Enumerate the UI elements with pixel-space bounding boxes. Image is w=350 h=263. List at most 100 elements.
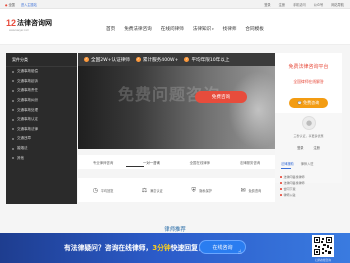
bullet-icon bbox=[12, 157, 14, 160]
list-item[interactable]: 律师入驻 bbox=[280, 192, 342, 198]
nav-contract-templates[interactable]: 合同模板 bbox=[245, 26, 263, 32]
sidebar-item[interactable]: 交通事故纠纷 bbox=[6, 96, 77, 106]
sidebar-item[interactable]: 交通事故起诉 bbox=[6, 77, 77, 87]
consult-panel-subtitle: 全国律师在线解答 bbox=[293, 79, 324, 84]
feature-label: 平均回复 bbox=[100, 188, 114, 193]
feature-item: ◷ 平均回复 bbox=[92, 187, 114, 194]
sidebar-item[interactable]: 婚姻法 bbox=[6, 144, 77, 154]
feature-label: 满意认证 bbox=[150, 188, 163, 193]
highlight-label: 全国2W+认证律师 bbox=[91, 57, 130, 63]
user-panel-list: 法律问答找律师 法律问答找律师 合同下载 律师入驻 bbox=[280, 174, 342, 198]
feature-item: ⚖ 满意认证 bbox=[141, 187, 163, 194]
check-icon: ✓ bbox=[135, 57, 141, 62]
consult-panel-title: 免费法律咨询平台 bbox=[288, 64, 329, 70]
nav-ask-lawyer[interactable]: 在线问律师 bbox=[161, 26, 184, 32]
feature-label: 隐私保护 bbox=[199, 188, 212, 193]
tab-pro-lawyer[interactable]: 专业律师咨询 bbox=[93, 160, 113, 165]
hand-cursor-icon: ☝ bbox=[238, 249, 242, 256]
promo-text-highlight: 3分钟 bbox=[152, 244, 171, 252]
qr-code bbox=[312, 235, 334, 257]
sidebar-item[interactable]: 交通事故认定 bbox=[6, 115, 77, 125]
highlight-item: ✓ 全国2W+认证律师 bbox=[84, 57, 130, 63]
login-link[interactable]: 登录 bbox=[264, 2, 270, 7]
balance-icon: ⚖ bbox=[141, 186, 148, 194]
sidebar-item[interactable]: 交通事故法律 bbox=[6, 125, 77, 135]
nav-find-lawyer[interactable]: 找律师 bbox=[223, 26, 237, 32]
sidebar-item-label: 交通事故赔偿 bbox=[17, 69, 38, 74]
bottom-promo-bar: 有法律疑问？咨询在线律师，3分钟快速回复！ 在线咨询 ☝ 扫码在线咨询 bbox=[0, 233, 350, 263]
service-tabs: 专业律师咨询 一对一咨询 全国在线律师 法律服务咨询 bbox=[78, 155, 275, 169]
shield-icon: ⛨ bbox=[191, 186, 196, 194]
sidebar-item[interactable]: 交通事故处理 bbox=[6, 105, 77, 115]
bullet-icon bbox=[12, 128, 14, 131]
region-selector[interactable]: 全国 bbox=[5, 2, 14, 7]
consult-panel: 免费法律咨询平台 全国律师在线解答 💬 免费咨询 bbox=[275, 53, 342, 113]
highlight-label: 平均年限10年以上 bbox=[191, 57, 230, 63]
check-icon: ✓ bbox=[184, 57, 190, 62]
free-consult-label: 免费咨询 bbox=[303, 100, 320, 105]
bullet-icon bbox=[12, 80, 14, 83]
promo-text: 有法律疑问？咨询在线律师，3分钟快速回复！ bbox=[64, 242, 205, 252]
sidebar-item-label: 交通事故认定 bbox=[17, 117, 38, 122]
user-actions: 登录 注册 bbox=[275, 145, 342, 150]
tab-lawyer-join[interactable]: 律师入驻 bbox=[301, 161, 314, 166]
nav-free-consult[interactable]: 免费法律咨询 bbox=[124, 26, 152, 32]
user-greeting: 三秒认证，享更多优惠 bbox=[293, 134, 324, 138]
sidebar-item[interactable]: 交通事故责任 bbox=[6, 86, 77, 96]
sidebar-item[interactable]: 交通违章 bbox=[6, 134, 77, 144]
tab-legal-service[interactable]: 法律服务咨询 bbox=[240, 160, 260, 165]
site-nav-link[interactable]: 网站导航 bbox=[331, 2, 344, 7]
sidebar-item-label: 交通违章 bbox=[17, 136, 31, 141]
sidebar-item-label: 交通事故责任 bbox=[17, 88, 38, 93]
sidebar-item-label: 婚姻法 bbox=[17, 146, 28, 151]
feature-item: ⛨ 隐私保护 bbox=[190, 187, 212, 194]
highlight-label: 累计服务400W+ bbox=[142, 57, 179, 63]
clock-icon: ◷ bbox=[92, 186, 98, 194]
banner-highlights: ✓ 全国2W+认证律师 ✓ 累计服务400W+ ✓ 平均年限10年以上 bbox=[78, 53, 275, 66]
qr-code-icon bbox=[314, 237, 332, 255]
check-icon: ✓ bbox=[84, 57, 89, 62]
highlight-item: ✓ 累计服务400W+ bbox=[135, 57, 179, 63]
sidebar-item-label: 其他 bbox=[17, 155, 24, 160]
logo-text: 法律咨询网 bbox=[17, 19, 53, 27]
bullet-icon bbox=[12, 118, 14, 121]
free-consult-button[interactable]: 💬 免费咨询 bbox=[289, 98, 328, 108]
bullet-icon bbox=[12, 147, 14, 150]
sidebar-item[interactable]: 其他 bbox=[6, 153, 77, 163]
logo-number: 12 bbox=[6, 18, 17, 28]
banner-consult-button[interactable]: 免费咨询 bbox=[195, 91, 247, 103]
sidebar-item[interactable]: 交通事故赔偿 bbox=[6, 67, 77, 77]
enter-topic-link[interactable]: 进入主题站 bbox=[21, 2, 37, 7]
mobile-link[interactable]: 手机访问 bbox=[293, 2, 306, 7]
highlight-item: ✓ 平均年限10年以上 bbox=[184, 57, 229, 63]
feature-item: ✉ 免费咨询 bbox=[240, 187, 261, 194]
wechat-link[interactable]: 公众号 bbox=[314, 2, 324, 7]
panel-login-button[interactable]: 登录 bbox=[297, 145, 303, 150]
hero-banner[interactable]: ✓ 全国2W+认证律师 ✓ 累计服务400W+ ✓ 平均年限10年以上 免费问题咨询 … bbox=[78, 53, 275, 149]
chat-icon: 💬 bbox=[297, 101, 303, 105]
promo-text-before: 有法律疑问？咨询在线律师， bbox=[64, 244, 153, 252]
register-link[interactable]: 注册 bbox=[279, 2, 285, 7]
tab-online-lawyer[interactable]: 全国在线律师 bbox=[190, 160, 210, 165]
utility-links: 登录 注册 手机访问 公众号 网站导航 bbox=[264, 2, 344, 7]
tab-one-on-one[interactable]: 一对一咨询 bbox=[143, 160, 160, 165]
nav-legal-knowledge[interactable]: 法律知识 bbox=[193, 26, 214, 32]
site-logo[interactable]: 12 法律咨询网 bbox=[6, 18, 52, 28]
sidebar-item-label: 交通事故法律 bbox=[17, 126, 38, 131]
user-panel-tabs: 法律援助 律师入驻 bbox=[281, 161, 314, 166]
section-title: 律师推荐 bbox=[164, 227, 186, 233]
banner-shine bbox=[228, 71, 275, 149]
case-category-sidebar: 案件分类 交通事故赔偿 交通事故起诉 交通事故责任 交通事故纠纷 交通事故处理 … bbox=[6, 53, 77, 204]
active-tab-indicator bbox=[281, 168, 291, 169]
site-header: 12 法律咨询网 www.lawyer.com 首页 免费法律咨询 在线问律师 … bbox=[0, 9, 350, 45]
tab-legal-aid[interactable]: 法律援助 bbox=[281, 161, 294, 166]
panel-register-button[interactable]: 注册 bbox=[314, 145, 320, 150]
bullet-icon bbox=[12, 109, 14, 112]
bullet-icon bbox=[12, 70, 14, 73]
sidebar-item-label: 交通事故起诉 bbox=[17, 78, 38, 83]
user-panel: ● 三秒认证，享更多优惠 登录 注册 法律援助 律师入驻 bbox=[275, 113, 342, 183]
top-utility-bar: 全国 进入主题站 登录 注册 手机访问 公众号 网站导航 bbox=[0, 0, 350, 9]
logo-subtitle: www.lawyer.com bbox=[9, 29, 30, 32]
sidebar-item-label: 交通事故处理 bbox=[17, 107, 38, 112]
nav-home[interactable]: 首页 bbox=[106, 26, 115, 32]
